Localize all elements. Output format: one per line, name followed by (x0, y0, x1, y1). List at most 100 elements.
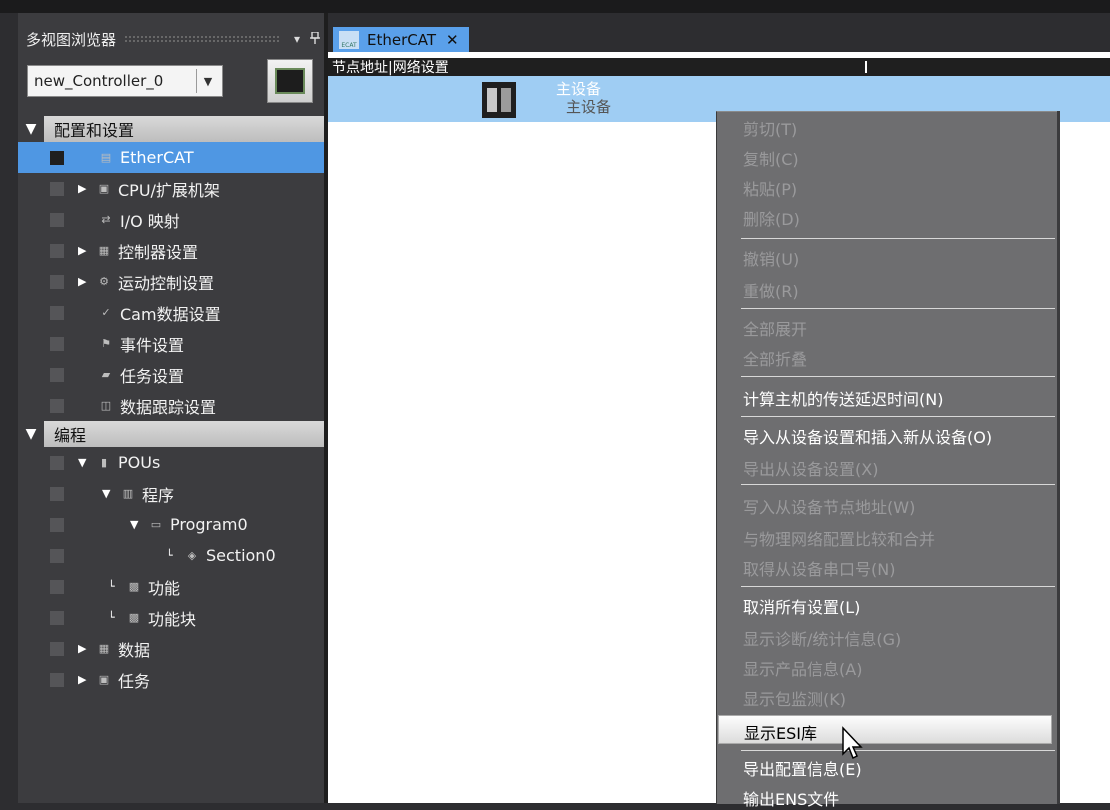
program-icon: ▥ (122, 487, 134, 500)
expand-right-icon[interactable]: ▶ (78, 642, 92, 655)
status-square (50, 642, 64, 656)
function-icon: ▩ (128, 580, 140, 593)
trace-icon: ◫ (100, 399, 112, 412)
menu-separator (741, 750, 1055, 751)
menu-separator (741, 376, 1055, 377)
menu-item-compare-merge[interactable]: 与物理网络配置比较和合并 (743, 526, 935, 550)
expand-down-icon[interactable]: ▼ (78, 456, 92, 469)
tab-ethercat[interactable]: ECAT EtherCAT ✕ (333, 27, 469, 53)
tree-item-ethercat[interactable]: ▤ EtherCAT (18, 142, 324, 173)
tree-item-section0[interactable]: └ ◈ Section0 (18, 540, 324, 571)
context-menu: 剪切(T) 复制(C) 粘贴(P) 删除(D) 撤销(U) 重做(R) 全部展开… (716, 111, 1057, 809)
status-square (50, 549, 64, 563)
menu-item-delete[interactable]: 删除(D) (743, 206, 800, 230)
category-label: 编程 (44, 421, 324, 447)
status-square (50, 244, 64, 258)
menu-item-get-serial[interactable]: 取得从设备串口号(N) (743, 556, 895, 580)
tree-item-function-blocks[interactable]: └ ▩ 功能块 (18, 602, 324, 633)
expand-down-icon[interactable]: ▼ (130, 518, 144, 531)
tree-item-programs[interactable]: ▼ ▥ 程序 (18, 478, 324, 509)
expand-down-icon[interactable]: ▼ (18, 121, 44, 137)
status-square (50, 580, 64, 594)
expand-down-icon[interactable]: ▼ (18, 426, 44, 442)
io-map-icon: ⇄ (101, 213, 111, 226)
ethercat-tab-icon: ECAT (339, 31, 359, 49)
menu-item-output-ens[interactable]: 输出ENS文件 (743, 786, 839, 810)
menu-separator (741, 586, 1055, 587)
network-header: 节点地址|网络设置 (328, 58, 1110, 76)
tree-item-cam-data[interactable]: ✓ Cam数据设置 (18, 297, 324, 328)
menu-item-product-info[interactable]: 显示产品信息(A) (743, 656, 862, 680)
tree-item-task-settings[interactable]: ▰ 任务设置 (18, 359, 324, 390)
menu-item-undo[interactable]: 撤销(U) (743, 246, 799, 270)
tree-item-tasks[interactable]: ▶ ▣ 任务 (18, 664, 324, 695)
tree-item-io-map[interactable]: ⇄ I/O 映射 (18, 204, 324, 235)
dropdown-arrow-icon[interactable]: ▾ (288, 32, 306, 46)
menu-item-redo[interactable]: 重做(R) (743, 278, 799, 302)
menu-separator (741, 484, 1055, 485)
tree-item-cpu-rack[interactable]: ▶ ▣ CPU/扩展机架 (18, 173, 324, 204)
master-device-icon (482, 82, 516, 118)
column-splitter[interactable] (865, 61, 867, 73)
menu-item-diagnostics[interactable]: 显示诊断/统计信息(G) (743, 626, 901, 650)
menu-item-export-slave[interactable]: 导出从设备设置(X) (743, 456, 878, 480)
menu-item-paste[interactable]: 粘贴(P) (743, 176, 797, 200)
status-square (50, 673, 64, 687)
menu-item-expand-all[interactable]: 全部展开 (743, 316, 807, 340)
tree-item-motion-settings[interactable]: ▶ ⚙ 运动控制设置 (18, 266, 324, 297)
status-square (50, 456, 64, 470)
category-config[interactable]: ▼ 配置和设置 (18, 116, 324, 142)
tree-item-label: 事件设置 (120, 335, 185, 355)
tree-item-label: 功能块 (148, 609, 197, 629)
close-icon[interactable]: ✕ (446, 31, 459, 49)
tree-item-pous[interactable]: ▼ ▮ POUs (18, 447, 324, 478)
expand-right-icon[interactable]: ▶ (78, 673, 92, 686)
chevron-down-icon[interactable]: ▼ (196, 69, 219, 93)
tree-item-event-settings[interactable]: ⚑ 事件设置 (18, 328, 324, 359)
tree-item-label: CPU/扩展机架 (118, 180, 220, 200)
menu-separator (741, 308, 1055, 309)
menu-item-cancel-all[interactable]: 取消所有设置(L) (743, 594, 860, 618)
controller-settings-icon: ▦ (98, 244, 110, 257)
tree-branch-icon: └ (166, 549, 173, 562)
tree-item-label: Section0 (206, 546, 276, 565)
tree-item-functions[interactable]: └ ▩ 功能 (18, 571, 324, 602)
tree-item-label: POUs (118, 453, 161, 472)
menu-separator (741, 238, 1055, 239)
multiview-explorer: 多视图浏览器 ▾ new_Controller_0 ▼ ▼ 配置和设置 ▤ Et… (18, 13, 328, 803)
tree-item-program0[interactable]: ▼ ▭ Program0 (18, 509, 324, 540)
category-programming[interactable]: ▼ 编程 (18, 421, 324, 447)
function-block-icon: ▩ (128, 611, 140, 624)
controller-select-value: new_Controller_0 (34, 72, 164, 90)
controller-select[interactable]: new_Controller_0 ▼ (27, 65, 223, 97)
tree-item-controller-settings[interactable]: ▶ ▦ 控制器设置 (18, 235, 324, 266)
menu-item-copy[interactable]: 复制(C) (743, 146, 799, 170)
menu-item-write-address[interactable]: 写入从设备节点地址(W) (743, 494, 915, 518)
tree-item-label: Cam数据设置 (120, 304, 221, 324)
status-square (50, 151, 64, 165)
tree-item-label: 任务 (118, 671, 151, 691)
tree-item-label: 数据跟踪设置 (120, 397, 217, 417)
menu-item-calc-delay[interactable]: 计算主机的传送延迟时间(N) (743, 386, 943, 410)
rack-icon: ▣ (98, 182, 110, 195)
pin-icon[interactable] (306, 30, 324, 47)
tree-item-label: 程序 (142, 485, 175, 505)
window-top-border (0, 0, 1110, 13)
status-square (50, 213, 64, 227)
menu-item-show-esi-library[interactable]: 显示ESI库 (718, 715, 1052, 744)
expand-down-icon[interactable]: ▼ (102, 487, 116, 500)
controller-icon[interactable] (267, 59, 313, 103)
menu-separator (741, 416, 1055, 417)
title-grip (124, 35, 280, 43)
expand-right-icon[interactable]: ▶ (78, 182, 92, 195)
expand-right-icon[interactable]: ▶ (78, 244, 92, 257)
expand-right-icon[interactable]: ▶ (78, 275, 92, 288)
menu-item-collapse-all[interactable]: 全部折叠 (743, 346, 807, 370)
tree-item-data[interactable]: ▶ ▦ 数据 (18, 633, 324, 664)
menu-item-cut[interactable]: 剪切(T) (743, 116, 797, 140)
tab-label: EtherCAT (367, 31, 436, 49)
document-tabs: ECAT EtherCAT ✕ (328, 13, 1110, 53)
menu-item-packet-monitor[interactable]: 显示包监测(K) (743, 686, 846, 710)
menu-item-import-slave[interactable]: 导入从设备设置和插入新从设备(O) (743, 424, 992, 448)
tree-item-data-trace[interactable]: ◫ 数据跟踪设置 (18, 390, 324, 421)
